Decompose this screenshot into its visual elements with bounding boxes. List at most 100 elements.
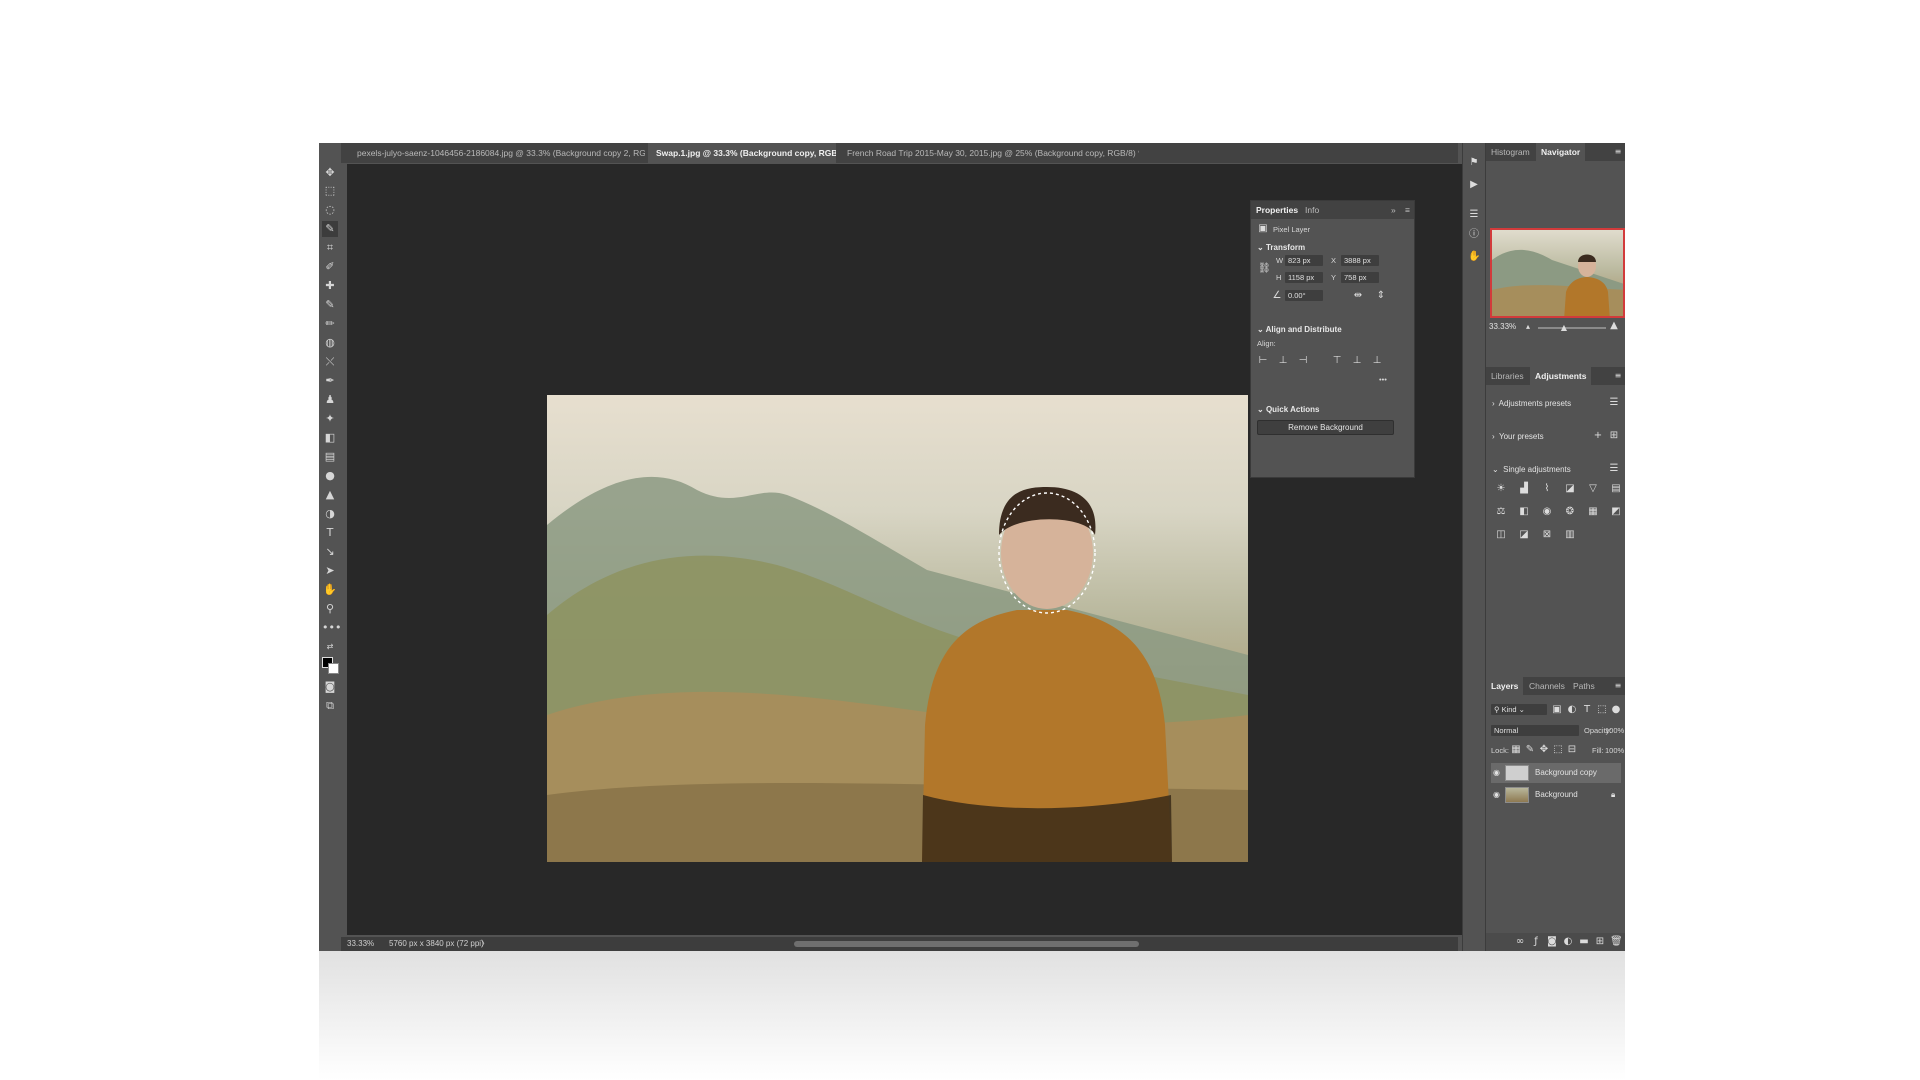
flip-vertical-icon[interactable]: ⇕ xyxy=(1375,290,1387,302)
threshold-icon[interactable]: ◪ xyxy=(1518,529,1530,541)
more-tools-icon[interactable]: ••• xyxy=(322,620,341,636)
blur-tool-icon[interactable]: ● xyxy=(322,468,338,484)
path-selection-tool-icon[interactable]: ➤ xyxy=(322,563,338,579)
new-layer-icon[interactable]: ⊞ xyxy=(1594,936,1606,948)
layer-style-icon[interactable]: ƒ xyxy=(1530,936,1542,948)
eyedropper-tool-icon[interactable]: ✐ xyxy=(322,259,338,275)
new-group-icon[interactable]: ▬ xyxy=(1578,936,1590,948)
gradient-map-icon[interactable]: ▥ xyxy=(1564,529,1576,541)
levels-icon[interactable]: ▟ xyxy=(1518,483,1530,495)
zoom-out-icon[interactable]: ▴ xyxy=(1522,321,1534,333)
black-white-icon[interactable]: ◧ xyxy=(1518,506,1530,518)
lock-all-icon[interactable]: ⊟ xyxy=(1566,744,1578,756)
curves-icon[interactable]: ⌇ xyxy=(1541,483,1553,495)
navigator-zoom-value[interactable]: 33.33% xyxy=(1489,322,1516,331)
pencil-tool-icon[interactable]: ✏ xyxy=(322,316,338,332)
status-arrow-icon[interactable]: 〉 xyxy=(481,937,489,951)
blend-mode-select[interactable]: Normal xyxy=(1491,725,1579,736)
document-image[interactable] xyxy=(547,395,1248,862)
tab-document-pexels[interactable]: pexels-julyo-saenz-1046456-2186084.jpg @… xyxy=(349,143,645,163)
filter-shape-icon[interactable]: ⬚ xyxy=(1596,704,1608,716)
quick-mask-icon[interactable]: ◙ xyxy=(322,679,338,695)
vibrance-icon[interactable]: ▽ xyxy=(1587,483,1599,495)
navigator-preview[interactable] xyxy=(1490,228,1625,318)
channel-mixer-icon[interactable]: ❂ xyxy=(1564,506,1576,518)
visibility-eye-icon[interactable]: ◉ xyxy=(1493,768,1500,777)
add-mask-icon[interactable]: ◙ xyxy=(1546,936,1558,948)
filter-adjustment-icon[interactable]: ◐ xyxy=(1566,704,1578,716)
panel-menu-icon[interactable]: ≡ xyxy=(1612,680,1624,692)
layer-kind-filter[interactable]: ⚲ Kind ⌄ xyxy=(1491,704,1547,715)
list-view-icon[interactable]: ☰ xyxy=(1608,397,1620,409)
width-field[interactable]: 823 px xyxy=(1285,255,1323,266)
remove-background-button[interactable]: Remove Background xyxy=(1257,420,1394,435)
align-hcenter-icon[interactable]: ⊥ xyxy=(1277,355,1289,367)
type-tool-icon[interactable]: T xyxy=(322,525,338,541)
panel-menu-icon[interactable]: ≡ xyxy=(1612,370,1624,382)
swap-colors-icon[interactable]: ⇄ xyxy=(322,639,338,655)
horizontal-scrollbar[interactable] xyxy=(794,941,1139,947)
clone-stamp-tool-icon[interactable]: ◍ xyxy=(322,335,338,351)
align-left-icon[interactable]: ⊢ xyxy=(1257,355,1269,367)
align-top-icon[interactable]: ⊤ xyxy=(1331,355,1343,367)
adjustments-presets-row[interactable]: › Adjustments presets xyxy=(1492,399,1571,408)
pen-tool-icon[interactable]: ↘ xyxy=(322,544,338,560)
quick-selection-tool-icon[interactable]: ✎ xyxy=(322,221,338,237)
posterize-icon[interactable]: ◫ xyxy=(1495,529,1507,541)
actions-play-icon[interactable]: ▶ xyxy=(1468,179,1480,191)
lock-position-icon[interactable]: ✥ xyxy=(1538,744,1550,756)
tab-channels[interactable]: Channels xyxy=(1524,677,1570,695)
filter-type-icon[interactable]: T xyxy=(1581,704,1593,716)
panel-menu-icon[interactable]: ≡ xyxy=(1612,146,1624,158)
selective-color-icon[interactable]: ⊠ xyxy=(1541,529,1553,541)
align-vcenter-icon[interactable]: ⊥ xyxy=(1351,355,1363,367)
tab-navigator[interactable]: Navigator xyxy=(1536,143,1586,161)
layer-row-background-copy[interactable]: ◉ Background copy xyxy=(1491,763,1621,783)
eraser-tool-icon[interactable]: ◧ xyxy=(322,430,338,446)
crop-tool-icon[interactable]: ⌗ xyxy=(322,240,338,256)
dodge-tool-icon[interactable]: ◑ xyxy=(322,506,338,522)
tab-histogram[interactable]: Histogram xyxy=(1486,143,1535,161)
hand-tool-icon[interactable]: ✋ xyxy=(322,582,338,598)
panel-menu-icon[interactable]: ≡ xyxy=(1405,205,1410,215)
brush-tool-icon[interactable]: ✎ xyxy=(322,297,338,313)
history-icon[interactable]: ⚑ xyxy=(1468,157,1480,169)
history-brush-tool-icon[interactable]: ⤬ xyxy=(322,354,338,370)
tab-adjustments[interactable]: Adjustments xyxy=(1530,367,1592,385)
align-right-icon[interactable]: ⊣ xyxy=(1297,355,1309,367)
lock-image-icon[interactable]: ✎ xyxy=(1524,744,1536,756)
background-color-swatch[interactable] xyxy=(328,663,339,674)
learn-icon[interactable]: ✋ xyxy=(1468,251,1480,263)
add-preset-icon[interactable]: + xyxy=(1592,430,1604,442)
properties-sliders-icon[interactable]: ☰ xyxy=(1468,209,1480,221)
list-view-icon[interactable]: ☰ xyxy=(1608,463,1620,475)
your-presets-row[interactable]: › Your presets xyxy=(1492,432,1544,441)
exposure-icon[interactable]: ◪ xyxy=(1564,483,1576,495)
zoom-in-icon[interactable]: ▲ xyxy=(1608,320,1620,332)
flip-horizontal-icon[interactable]: ⇹ xyxy=(1352,290,1364,302)
lock-artboard-icon[interactable]: ⬚ xyxy=(1552,744,1564,756)
angle-field[interactable]: 0.00° xyxy=(1285,290,1323,301)
delete-layer-icon[interactable]: 🗑︎ xyxy=(1610,936,1623,948)
tab-document-french-road-trip[interactable]: French Road Trip 2015-May 30, 2015.jpg @… xyxy=(839,143,1139,163)
lock-transparent-icon[interactable]: ▦ xyxy=(1510,744,1522,756)
stamp-tool-icon[interactable]: ♟ xyxy=(322,392,338,408)
navigator-zoom-slider[interactable] xyxy=(1538,327,1606,329)
transform-section-title[interactable]: ⌄ Transform xyxy=(1257,243,1305,252)
link-layers-icon[interactable]: ∞ xyxy=(1514,936,1526,948)
quick-actions-section-title[interactable]: ⌄ Quick Actions xyxy=(1257,405,1319,414)
zoom-slider-handle-icon[interactable]: ▲ xyxy=(1558,322,1570,334)
tab-layers[interactable]: Layers xyxy=(1486,677,1524,695)
move-tool-icon[interactable]: ✥ xyxy=(322,165,338,181)
sharpen-tool-icon[interactable]: ▲ xyxy=(322,487,338,503)
magic-eraser-tool-icon[interactable]: ✦ xyxy=(322,411,338,427)
color-lookup-icon[interactable]: ▦ xyxy=(1587,506,1599,518)
tab-paths[interactable]: Paths xyxy=(1568,677,1600,695)
align-bottom-icon[interactable]: ⊥ xyxy=(1371,355,1383,367)
single-adjustments-row[interactable]: ⌄ Single adjustments xyxy=(1492,465,1571,474)
tab-properties[interactable]: Properties xyxy=(1256,205,1298,215)
brightness-contrast-icon[interactable]: ☀ xyxy=(1495,483,1507,495)
opacity-value[interactable]: 100% xyxy=(1605,726,1624,735)
gradient-tool-icon[interactable]: ▤ xyxy=(322,449,338,465)
tab-libraries[interactable]: Libraries xyxy=(1486,367,1529,385)
